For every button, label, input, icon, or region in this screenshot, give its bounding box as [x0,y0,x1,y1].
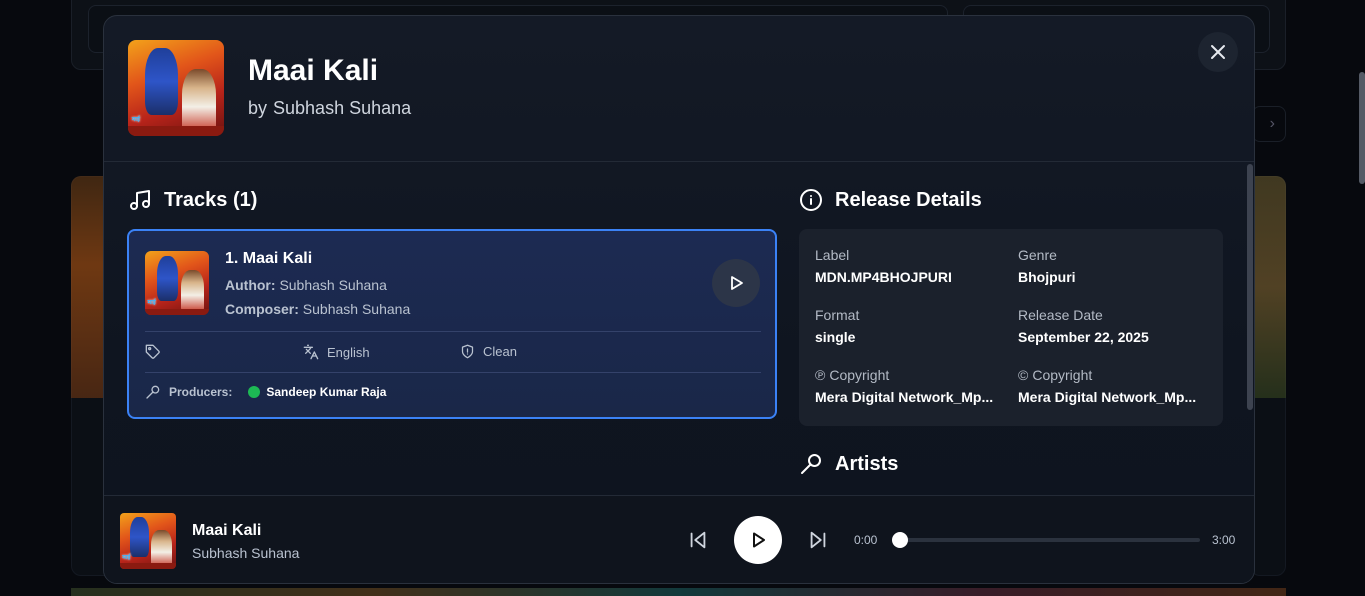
sound-recording-copyright-icon: ℗ [815,367,826,383]
audio-player: माई Maai Kali Subhash Suhana 0:00 3:00 [104,495,1254,583]
play-icon [753,532,765,548]
detail-release-date-value: September 22, 2025 [1018,329,1149,345]
page-scrollbar[interactable] [1359,72,1365,184]
shield-icon [461,344,474,359]
player-time-total: 3:00 [1212,533,1236,547]
modal-header: माई Maai Kali by Subhash Suhana [104,16,1254,162]
detail-release-date-title: Release Date [1018,307,1103,323]
player-track-title: Maai Kali [192,522,262,539]
detail-format-value: single [815,329,856,345]
track-explicit-value: Clean [483,344,517,359]
modal-scrollbar-thumb[interactable] [1247,164,1253,410]
close-icon [1211,45,1225,59]
next-button[interactable] [804,528,832,552]
track-composer: Composer: Subhash Suhana [225,301,410,317]
release-details-card: Label MDN.MP4BHOJPURI Genre Bhojpuri For… [799,229,1223,426]
tracks-heading-label: Tracks (1) [164,188,258,211]
modal-body: Tracks (1) माई 1. Maai Kali Author: Subh… [104,162,1244,495]
track-explicit: Clean [460,344,517,359]
release-details-heading: Release Details [799,188,982,212]
detail-p-copyright-title: ℗ Copyright [815,367,1005,383]
detail-label-value: MDN.MP4BHOJPURI [815,269,952,285]
close-button[interactable] [1198,32,1238,72]
artists-heading: Artists [799,452,898,476]
track-producers: Producers: Sandeep Kumar Raja [145,384,386,400]
producer-chip[interactable]: Sandeep Kumar Raja [248,385,386,399]
player-cover-image: माई [120,513,176,569]
detail-release-date: Release Date September 22, 2025 [1018,307,1208,345]
detail-c-copyright-title: © Copyright [1018,367,1208,383]
microphone-icon [801,454,821,474]
skip-forward-icon [810,531,826,549]
track-divider [145,372,761,373]
detail-p-copyright-value: Mera Digital Network_Mp... [815,389,994,405]
modal-scrollbar[interactable] [1244,162,1254,495]
background-cover-right [1250,176,1286,398]
track-tags [145,344,161,360]
track-cover-image: माई [145,251,209,315]
detail-format-title: Format [815,307,860,323]
info-icon [800,189,822,211]
artists-heading-label: Artists [835,452,899,475]
track-language: English [303,344,370,360]
detail-label-title: Label [815,247,850,263]
producer-name: Sandeep Kumar Raja [266,385,387,399]
background-covers-row [71,588,1286,596]
producers-label: Producers: [169,385,233,399]
player-progress-bar[interactable] [892,532,1200,548]
tag-icon [145,344,160,359]
release-details-label: Release Details [835,188,982,211]
microphone-icon [146,385,160,399]
detail-label: Label MDN.MP4BHOJPURI [815,247,1005,285]
spotify-icon [248,386,261,398]
detail-copyright: © Copyright Mera Digital Network_Mp... [1018,367,1208,405]
track-author-label: Author: [225,277,276,293]
player-progress-handle[interactable] [892,532,908,548]
release-title: Maai Kali [248,54,379,87]
track-name: 1. Maai Kali [225,250,313,267]
skip-back-icon [690,531,706,549]
track-author: Author: Subhash Suhana [225,277,387,293]
artist-name[interactable]: Subhash Suhana [273,98,411,118]
release-artist: by Subhash Suhana [248,98,411,119]
release-cover-image: माई [128,40,224,136]
player-track-artist: Subhash Suhana [192,545,300,561]
detail-genre-value: Bhojpuri [1018,269,1076,285]
track-play-button[interactable] [712,259,760,307]
tracks-heading: Tracks (1) [128,188,257,212]
play-icon [731,276,743,290]
detail-genre-title: Genre [1018,247,1057,263]
track-item[interactable]: माई 1. Maai Kali Author: Subhash Suhana … [127,229,777,419]
detail-format: Format single [815,307,1005,345]
background-chevron-right-icon: › [1252,106,1286,142]
detail-c-copyright-value: Mera Digital Network_Mp... [1018,389,1197,405]
track-composer-label: Composer: [225,301,299,317]
track-language-value: English [327,344,370,360]
track-author-value: Subhash Suhana [279,277,387,293]
translate-icon [303,344,319,360]
detail-c-copyright-label: Copyright [1032,367,1093,383]
track-divider [145,331,761,332]
artist-prefix: by [248,98,268,118]
detail-p-copyright-label: Copyright [829,367,890,383]
detail-genre: Genre Bhojpuri [1018,247,1208,285]
music-note-icon [130,190,150,210]
player-play-button[interactable] [734,516,782,564]
previous-button[interactable] [684,528,712,552]
detail-phonographic-copyright: ℗ Copyright Mera Digital Network_Mp... [815,367,1005,405]
track-composer-value: Subhash Suhana [302,301,411,317]
copyright-icon: © [1018,367,1029,383]
player-time-current: 0:00 [854,533,878,547]
release-modal: माई Maai Kali by Subhash Suhana Tracks (1… [103,15,1255,584]
